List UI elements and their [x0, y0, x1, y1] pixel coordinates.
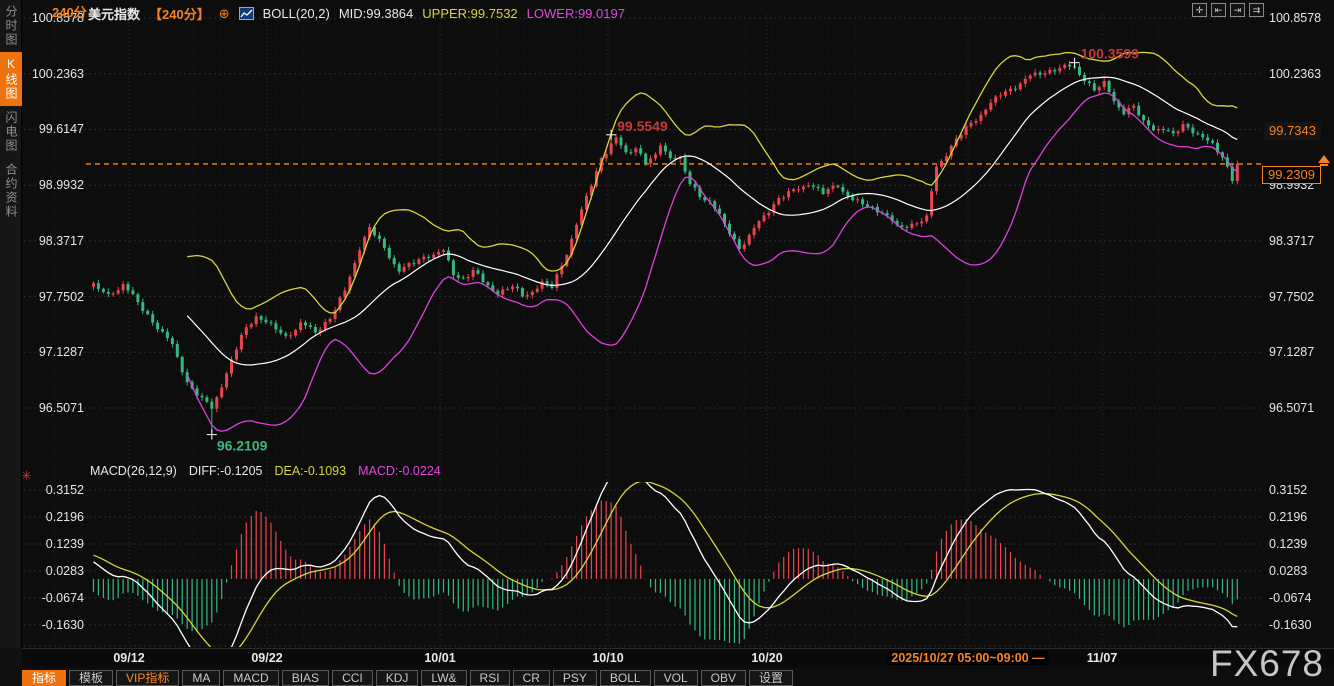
watermark-logo: FX678	[1210, 643, 1324, 685]
boll-legend-name: BOLL(20,2)	[263, 6, 330, 21]
settings-button[interactable]: 设置	[749, 670, 793, 686]
sidebar-tab-timeshare[interactable]: 分时图	[0, 0, 22, 52]
upper-band-price-box: 99.7343	[1264, 122, 1321, 140]
vol-button[interactable]: VOL	[654, 670, 698, 686]
boll-upper-value: UPPER:99.7532	[422, 6, 517, 21]
date-axis-row: 09/12 09/22 10/01 10/10 10/20 2025/10/27 05:0…	[22, 648, 1334, 668]
price-arrow-base	[1320, 164, 1328, 166]
boll-button[interactable]: BOLL	[600, 670, 651, 686]
period-tag: 【240分】	[149, 4, 210, 23]
last-price-box: 99.2309	[1262, 166, 1321, 184]
macd-axis-label-right: 0.2196	[1269, 510, 1307, 524]
date-tick-label: 09/22	[251, 651, 282, 665]
svg-text:100.3599: 100.3599	[1081, 46, 1140, 62]
sidebar-tab-lightning[interactable]: 闪电图	[0, 106, 22, 158]
chart-tool-icons: ✛ ⇤ ⇥ ⇉	[1192, 3, 1264, 17]
svg-text:96.2109: 96.2109	[217, 438, 268, 454]
template-button[interactable]: 模板	[69, 670, 113, 686]
price-axis-label-right: 97.7502	[1269, 290, 1314, 304]
macd-axis-label-right: 0.1239	[1269, 537, 1307, 551]
psy-button[interactable]: PSY	[553, 670, 597, 686]
macd-axis-label-right: 0.0283	[1269, 564, 1307, 578]
chart-type-sidebar: 分时图 K线图 闪电图 合约资料	[0, 0, 22, 648]
price-axis-label-right: 100.2363	[1269, 67, 1321, 81]
vip-indicator-button[interactable]: VIP指标	[116, 670, 179, 686]
kdj-button[interactable]: KDJ	[376, 670, 419, 686]
date-tick-label: 11/07	[1087, 651, 1118, 665]
boll-lower-value: LOWER:99.0197	[527, 6, 625, 21]
macd-dea-value: DEA:-0.1093	[274, 464, 346, 478]
lw-button[interactable]: LW&	[421, 670, 466, 686]
price-axis-label-right: 96.5071	[1269, 401, 1314, 415]
price-axis-label-right: 97.1287	[1269, 345, 1314, 359]
macd-settings-icon[interactable]: ✳	[21, 468, 32, 484]
crosshair-move-icon[interactable]: ✛	[1192, 3, 1207, 17]
macd-diff-value: DIFF:-0.1205	[189, 464, 263, 478]
macd-axis-label-right: 0.3152	[1269, 483, 1307, 497]
main-chart-legend: 美元指数 【240分】 ⊕ BOLL(20,2) MID:99.3864 UPP…	[88, 4, 625, 23]
date-tick-label: 10/01	[424, 651, 455, 665]
macd-button[interactable]: MACD	[223, 670, 278, 686]
price-up-arrow-icon	[1318, 155, 1330, 163]
macd-legend-name: MACD(26,12,9)	[90, 464, 177, 478]
sidebar-tab-contract-info[interactable]: 合约资料	[0, 158, 22, 224]
cr-button[interactable]: CR	[513, 670, 550, 686]
macd-axis-label-right: -0.1630	[1269, 618, 1311, 632]
current-bar-timestamp: 2025/10/27 05:00~09:00 —	[887, 651, 1048, 665]
price-axis-label-right: 98.3717	[1269, 234, 1314, 248]
macd-macd-value: MACD:-0.0224	[358, 464, 441, 478]
trading-app-window: 分时图 K线图 闪电图 合约资料 99.5549100.359996.2109 …	[0, 0, 1334, 686]
svg-text:99.5549: 99.5549	[617, 118, 668, 134]
macd-legend: MACD(26,12,9) DIFF:-0.1205 DEA:-0.1093 M…	[90, 464, 441, 478]
add-indicator-icon[interactable]: ⊕	[219, 6, 230, 22]
date-tick-label: 10/20	[751, 651, 782, 665]
rsi-button[interactable]: RSI	[470, 670, 510, 686]
indicator-button[interactable]: 指标	[22, 670, 66, 686]
symbol-title: 美元指数	[88, 4, 140, 23]
ma-button[interactable]: MA	[182, 670, 220, 686]
compress-bars-icon[interactable]: ⇤	[1211, 3, 1226, 17]
date-tick-label: 09/12	[113, 651, 144, 665]
bias-button[interactable]: BIAS	[282, 670, 329, 686]
mini-chart-icon	[239, 7, 254, 20]
period-text: 240分	[52, 5, 87, 20]
indicator-toolbar: 指标模板VIP指标MAMACDBIASCCIKDJLW&RSICRPSYBOLL…	[22, 669, 1334, 686]
boll-mid-value: MID:99.3864	[339, 6, 413, 21]
sidebar-tab-candlestick[interactable]: K线图	[0, 52, 22, 106]
price-axis-label-right: 100.8578	[1269, 11, 1321, 25]
obv-button[interactable]: OBV	[701, 670, 746, 686]
main-chart-canvas[interactable]: 99.5549 100.3599 96.2109	[0, 0, 1334, 686]
sidebar-footer-spacer	[0, 648, 22, 686]
page-forward-icon[interactable]: ⇉	[1249, 3, 1264, 17]
expand-bars-icon[interactable]: ⇥	[1230, 3, 1245, 17]
cci-button[interactable]: CCI	[332, 670, 373, 686]
date-tick-label: 10/10	[592, 651, 623, 665]
macd-axis-label-right: -0.0674	[1269, 591, 1311, 605]
